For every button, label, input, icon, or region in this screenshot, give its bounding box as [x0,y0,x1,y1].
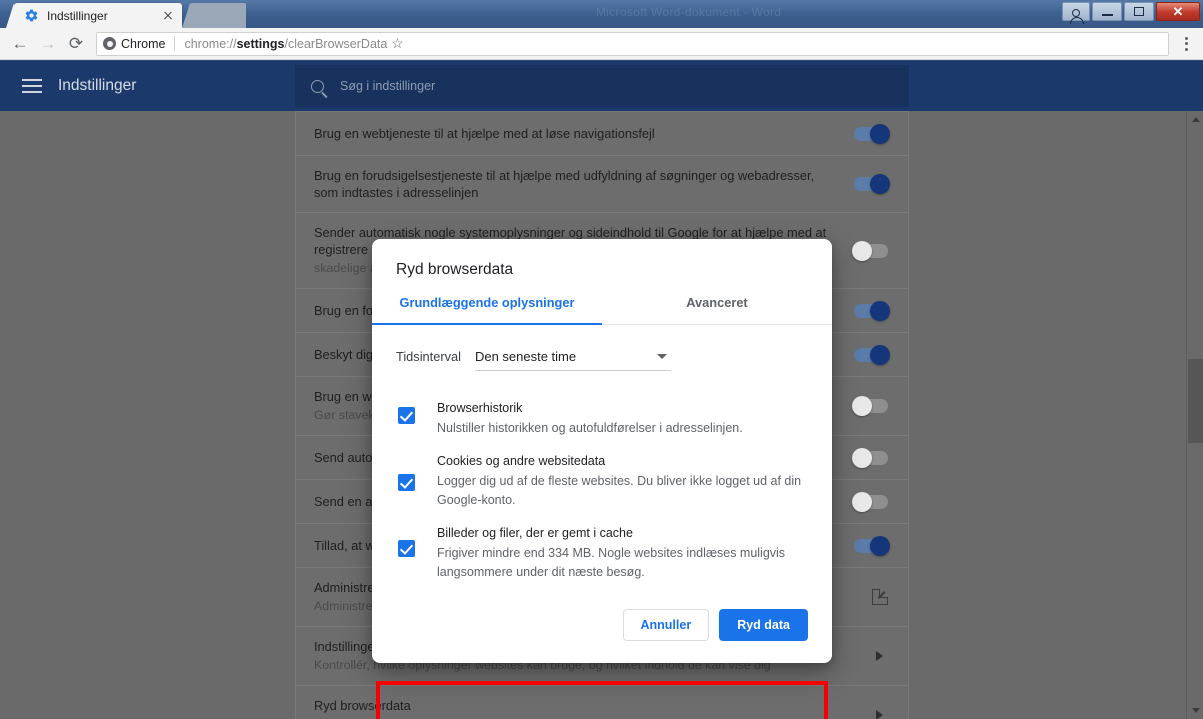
settings-page: Indstillinger Søg i indstillinger Brug e… [0,61,1203,719]
option-title: Cookies og andre websitedata [437,454,606,468]
scheme-label: Chrome [121,36,166,51]
url-bold-segment: settings [236,36,285,51]
option-title: Billeder og filer, der er gemt i cache [437,526,633,540]
option-browsing-history[interactable]: Browserhistorik Nulstiller historikken o… [372,371,832,438]
close-button[interactable]: ✕ [1156,2,1200,21]
dialog-body: Tidsinterval Den seneste time Browserhis… [372,325,832,719]
checkbox-cached-files[interactable] [398,540,415,557]
site-identity: Chrome [103,37,165,51]
omnibox-divider [174,36,176,51]
time-range-select[interactable]: Den seneste time [474,349,671,371]
time-range-value: Den seneste time [474,349,577,364]
forward-button[interactable]: → [34,30,62,58]
window-controls: ✕ [1062,2,1200,24]
tab-basic[interactable]: Grundlæggende oplysninger [372,295,602,325]
browser-window: Microsoft Word-dokument - Word Indstilli… [0,0,1203,719]
dialog-title: Ryd browserdata [396,261,514,278]
url-text: chrome://settings/clearBrowserData [184,37,387,51]
clear-browsing-data-dialog: Ryd browserdata Grundlæggende oplysninge… [372,239,832,719]
address-bar[interactable]: Chrome chrome://settings/clearBrowserDat… [96,31,1169,56]
clear-data-button[interactable]: Ryd data [719,608,808,641]
tab-close-icon[interactable] [160,8,176,24]
time-range-row: Tidsinterval Den seneste time [372,325,832,371]
option-texts: Cookies og andre websitedata Logger dig … [437,452,808,510]
account-button[interactable] [1062,2,1090,24]
maximize-button[interactable] [1124,2,1154,21]
chevron-down-icon [656,354,667,359]
checkbox-browsing-history[interactable] [398,407,415,424]
option-description: Logger dig ud af de fleste websites. Du … [437,474,802,507]
dialog-actions: Annuller Ryd data [372,608,832,664]
tab-advanced[interactable]: Avanceret [602,295,832,324]
window-title-bar: Microsoft Word-dokument - Word Indstilli… [0,0,1203,28]
tab-title: Indstillinger [47,8,108,23]
time-range-label: Tidsinterval [396,349,461,364]
option-description: Frigiver mindre end 334 MB. Nogle websit… [437,546,786,579]
browser-tab-indstillinger[interactable]: Indstillinger [6,3,182,28]
option-cached-files[interactable]: Billeder og filer, der er gemt i cache F… [372,510,832,582]
background-window-title: Microsoft Word-dokument - Word [596,5,782,19]
dialog-tabs: Grundlæggende oplysninger Avanceret [372,295,832,325]
option-title: Browserhistorik [437,401,523,415]
option-cookies[interactable]: Cookies og andre websitedata Logger dig … [372,438,832,510]
reload-button[interactable]: ⟳ [62,30,90,58]
option-description: Nulstiller historikken og autofuldførels… [437,421,743,435]
chrome-menu-icon[interactable] [1175,36,1197,51]
bookmark-star-icon[interactable]: ☆ [387,35,407,52]
option-texts: Billeder og filer, der er gemt i cache F… [437,524,808,582]
checkbox-cookies[interactable] [398,473,415,491]
back-button[interactable]: ← [6,30,34,58]
option-texts: Browserhistorik Nulstiller historikken o… [437,399,808,438]
url-suffix: /clearBrowserData [284,36,388,51]
chrome-logo-icon [103,37,116,50]
url-prefix: chrome:// [184,36,237,51]
cancel-button[interactable]: Annuller [622,608,710,641]
minimize-button[interactable] [1092,2,1122,21]
gear-icon [24,8,39,23]
browser-toolbar: ← → ⟳ Chrome chrome://settings/clearBrow… [0,28,1203,60]
background-tab[interactable] [182,3,246,28]
